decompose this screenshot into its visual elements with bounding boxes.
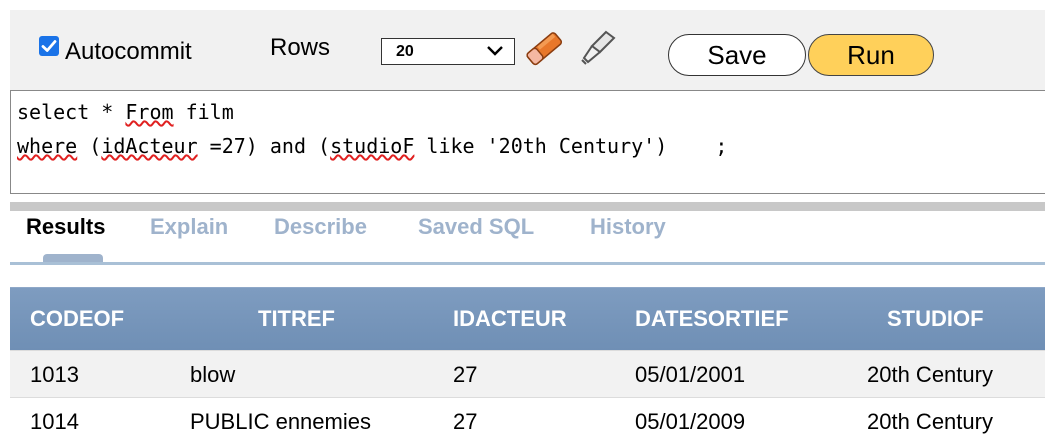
eraser-icon[interactable] [522, 26, 568, 75]
column-header-titref[interactable]: TITREF [258, 288, 335, 350]
cell-idacteur: 27 [453, 409, 478, 434]
toolbar: Autocommit Rows 20 Save Run [10, 10, 1045, 91]
result-tabs: Results Explain Describe Saved SQL Histo… [10, 214, 1045, 266]
column-header-studiof[interactable]: STUDIOF [887, 288, 984, 350]
run-button[interactable]: Run [808, 34, 934, 76]
save-button[interactable]: Save [668, 34, 806, 76]
broom-icon[interactable] [576, 26, 620, 75]
chevron-down-icon [486, 43, 504, 64]
sql-editor[interactable]: select * From film where (idActeur =27) … [10, 90, 1045, 194]
results-table: CODEOF TITREF IDACTEUR DATESORTIEF STUDI… [10, 287, 1045, 444]
cell-titref: PUBLIC ennemies [190, 409, 371, 434]
table-row: 1013 blow 27 05/01/2001 20th Century [10, 350, 1045, 397]
tabs-divider [10, 262, 1045, 265]
code-token: where [17, 134, 78, 158]
rows-select-value: 20 [396, 43, 414, 60]
column-header-idacteur[interactable]: IDACTEUR [453, 288, 567, 350]
tab-describe[interactable]: Describe [274, 214, 367, 240]
cell-studiof: 20th Century [867, 362, 993, 387]
cell-datesortief: 05/01/2001 [635, 362, 746, 387]
table-header: CODEOF TITREF IDACTEUR DATESORTIEF STUDI… [10, 287, 1045, 350]
column-header-datesortief[interactable]: DATESORTIEF [635, 288, 789, 350]
checkmark-icon [41, 40, 57, 52]
code-line: select * From film [17, 100, 234, 124]
code-token: From [125, 100, 174, 124]
rows-label: Rows [270, 34, 331, 61]
cell-titref: blow [190, 362, 236, 387]
autocommit-label[interactable]: Autocommit [65, 40, 192, 64]
active-tab-indicator [43, 254, 103, 262]
rows-select[interactable]: 20 [381, 38, 515, 65]
tab-explain[interactable]: Explain [150, 214, 228, 240]
tab-results[interactable]: Results [26, 214, 105, 240]
autocommit-checkbox[interactable] [39, 36, 59, 56]
tab-history[interactable]: History [590, 214, 666, 240]
editor-resize-bar[interactable] [10, 202, 1045, 211]
cell-idacteur: 27 [453, 362, 478, 387]
cell-codeof: 1013 [30, 362, 79, 387]
code-token: idActeur [101, 134, 198, 158]
column-header-codeof[interactable]: CODEOF [30, 288, 124, 350]
tab-saved-sql[interactable]: Saved SQL [418, 214, 534, 240]
code-token: studioF [330, 134, 415, 158]
cell-studiof: 20th Century [867, 409, 993, 434]
cell-datesortief: 05/01/2009 [635, 409, 746, 434]
cell-codeof: 1014 [30, 409, 79, 434]
table-row: 1014 PUBLIC ennemies 27 05/01/2009 20th … [10, 397, 1045, 444]
code-line: where (idActeur =27) and (studioF like '… [17, 134, 728, 158]
